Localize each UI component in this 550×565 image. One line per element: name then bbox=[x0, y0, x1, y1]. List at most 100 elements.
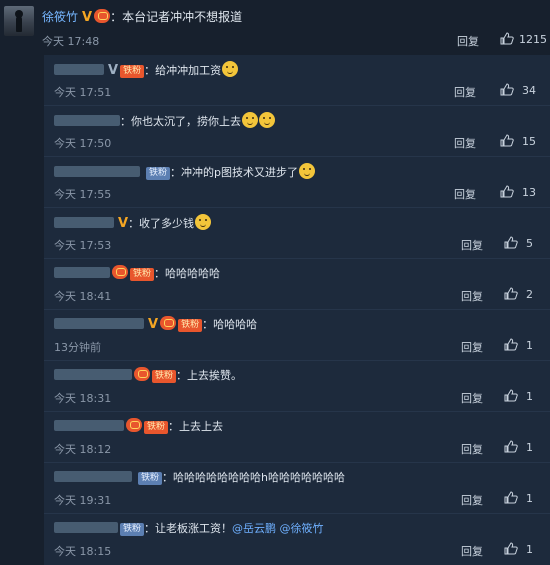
like-icon[interactable] bbox=[504, 338, 518, 351]
crown-badge-icon bbox=[112, 265, 128, 279]
reply-line: 铁粉 ：上去上去 bbox=[54, 418, 223, 434]
reply-item: 铁粉 ：让老板涨工资！@岳云鹏 @徐筱竹 今天 18:15 回复 1 bbox=[44, 514, 550, 565]
reply-text: ：哈哈哈哈哈哈哈哈h哈哈哈哈哈哈哈 bbox=[162, 471, 345, 484]
like-count: 1 bbox=[526, 339, 533, 352]
dog-emoji-icon bbox=[222, 61, 239, 77]
reply-button[interactable]: 回复 bbox=[454, 186, 476, 202]
reply-timestamp: 今天 18:12 bbox=[54, 443, 112, 456]
like-count: 15 bbox=[522, 135, 536, 148]
like-icon[interactable] bbox=[500, 134, 514, 147]
username-link[interactable] bbox=[54, 166, 140, 177]
avatar[interactable] bbox=[4, 6, 34, 36]
like-count: 13 bbox=[522, 186, 536, 199]
crown-badge-icon bbox=[160, 316, 177, 330]
like-icon[interactable] bbox=[504, 389, 518, 402]
reply-line: 铁粉 ：让老板涨工资！@岳云鹏 @徐筱竹 bbox=[54, 520, 324, 536]
fan-badge: 铁粉 bbox=[120, 523, 145, 536]
like-icon[interactable] bbox=[504, 440, 518, 453]
reply-text: ：冲冲的p图技术又进步了 bbox=[170, 166, 298, 179]
reply-text: ：上去挨赞。 bbox=[176, 369, 243, 382]
mention-link[interactable]: @岳云鹏 bbox=[232, 522, 276, 535]
main-comment: 徐筱竹 V ：本台记者冲冲不想报道 bbox=[42, 8, 242, 26]
fan-badge: 铁粉 bbox=[138, 472, 163, 485]
reply-timestamp: 13分钟前 bbox=[54, 341, 101, 354]
reply-button[interactable]: 回复 bbox=[461, 441, 483, 457]
reply-text: ：哈哈哈哈 bbox=[202, 318, 258, 331]
reply-button[interactable]: 回复 bbox=[461, 288, 483, 304]
replies-panel: V 铁粉 ：给冲冲加工资 今天 17:51 回复 34 ：你也太沉了，捞你上去 今天… bbox=[44, 55, 550, 565]
username-link[interactable] bbox=[54, 420, 124, 431]
username-link[interactable] bbox=[54, 217, 114, 228]
reply-text: ：哈哈哈哈哈 bbox=[154, 267, 221, 280]
reply-timestamp: 今天 17:50 bbox=[54, 137, 112, 150]
reply-timestamp: 今天 18:15 bbox=[54, 545, 112, 558]
like-count: 5 bbox=[526, 237, 533, 250]
reply-item: V 铁粉 ：给冲冲加工资 今天 17:51 回复 34 bbox=[44, 55, 550, 105]
comment-text: ：本台记者冲冲不想报道 bbox=[110, 10, 243, 24]
reply-timestamp: 今天 17:51 bbox=[54, 86, 112, 99]
dog-emoji-icon bbox=[195, 214, 212, 230]
reply-button[interactable]: 回复 bbox=[457, 33, 479, 49]
like-count: 1215 bbox=[519, 33, 547, 46]
reply-line: 铁粉 ：上去挨赞。 bbox=[54, 367, 242, 383]
reply-line: V 铁粉 ：给冲冲加工资 bbox=[54, 61, 239, 78]
reply-item: 铁粉 ：上去上去 今天 18:12 回复 1 bbox=[44, 412, 550, 462]
reply-button[interactable]: 回复 bbox=[461, 543, 483, 559]
reply-button[interactable]: 回复 bbox=[461, 339, 483, 355]
mention-link[interactable]: @徐筱竹 bbox=[280, 522, 324, 535]
username-link[interactable] bbox=[54, 115, 120, 126]
reply-text: ：给冲冲加工资 bbox=[144, 64, 222, 77]
verified-icon: V bbox=[148, 317, 159, 332]
reply-item: ：你也太沉了，捞你上去 今天 17:50 回复 15 bbox=[44, 106, 550, 156]
verified-icon: V bbox=[118, 216, 129, 231]
fan-badge: 铁粉 bbox=[120, 65, 145, 78]
reply-item: 铁粉 ：上去挨赞。 今天 18:31 回复 1 bbox=[44, 361, 550, 411]
username-link[interactable] bbox=[54, 369, 132, 380]
reply-line: V：收了多少钱 bbox=[54, 214, 212, 231]
like-icon[interactable] bbox=[504, 491, 518, 504]
like-icon[interactable] bbox=[500, 32, 514, 45]
reply-timestamp: 今天 17:55 bbox=[54, 188, 112, 201]
username-link[interactable]: 徐筱竹 bbox=[42, 10, 78, 24]
username-link[interactable] bbox=[54, 522, 118, 533]
like-count: 1 bbox=[526, 441, 533, 454]
crown-badge-icon bbox=[126, 418, 142, 432]
like-count: 1 bbox=[526, 492, 533, 505]
verified-icon: V bbox=[108, 63, 119, 78]
fan-badge: 铁粉 bbox=[130, 268, 155, 281]
reply-button[interactable]: 回复 bbox=[454, 135, 476, 151]
reply-button[interactable]: 回复 bbox=[461, 492, 483, 508]
username-link[interactable] bbox=[54, 267, 110, 278]
like-count: 1 bbox=[526, 543, 533, 556]
reply-item: 铁粉 ：哈哈哈哈哈 今天 18:41 回复 2 bbox=[44, 259, 550, 309]
like-icon[interactable] bbox=[500, 185, 514, 198]
fan-badge: 铁粉 bbox=[144, 421, 169, 434]
like-count: 34 bbox=[522, 84, 536, 97]
username-link[interactable] bbox=[54, 64, 104, 75]
reply-button[interactable]: 回复 bbox=[461, 390, 483, 406]
crown-badge-icon bbox=[134, 367, 150, 381]
comment-thread: 徐筱竹 V ：本台记者冲冲不想报道 今天 17:48 回复 1215 V 铁粉 ：给冲冲… bbox=[0, 0, 550, 565]
avatar-figure bbox=[15, 10, 23, 32]
reply-timestamp: 今天 18:31 bbox=[54, 392, 112, 405]
username-link[interactable] bbox=[54, 471, 132, 482]
reply-button[interactable]: 回复 bbox=[461, 237, 483, 253]
reply-item: V：收了多少钱 今天 17:53 回复 5 bbox=[44, 208, 550, 258]
reply-text: ：让老板涨工资！ bbox=[144, 522, 233, 535]
reply-line: 铁粉 ：哈哈哈哈哈哈哈哈h哈哈哈哈哈哈哈 bbox=[54, 469, 345, 485]
dog-emoji-icon bbox=[242, 112, 258, 128]
reply-button[interactable]: 回复 bbox=[454, 84, 476, 100]
like-icon[interactable] bbox=[500, 83, 514, 96]
username-link[interactable] bbox=[54, 318, 144, 329]
reply-text: ：上去上去 bbox=[168, 420, 224, 433]
like-icon[interactable] bbox=[504, 287, 518, 300]
like-icon[interactable] bbox=[504, 236, 518, 249]
like-count: 2 bbox=[526, 288, 533, 301]
comment-timestamp: 今天 17:48 bbox=[42, 35, 100, 48]
reply-text: ：收了多少钱 bbox=[128, 217, 195, 230]
like-count: 1 bbox=[526, 390, 533, 403]
reply-line: 铁粉 ：冲冲的p图技术又进步了 bbox=[54, 163, 315, 180]
like-icon[interactable] bbox=[504, 542, 518, 555]
reply-item: V 铁粉 ：哈哈哈哈 13分钟前 回复 1 bbox=[44, 310, 550, 360]
reply-line: V 铁粉 ：哈哈哈哈 bbox=[54, 316, 257, 332]
